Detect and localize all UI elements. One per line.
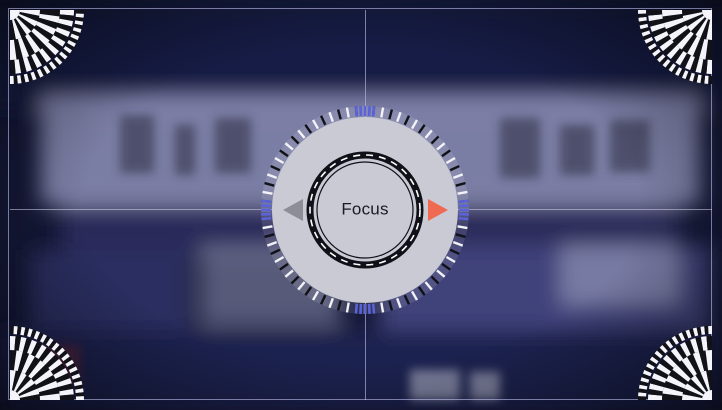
corner-dial-icon: [10, 10, 90, 90]
camera-viewfinder: Focus: [0, 0, 722, 410]
corner-dial-icon: [632, 10, 712, 90]
focus-dial[interactable]: Focus: [256, 101, 474, 319]
focus-label: Focus: [341, 199, 389, 219]
corner-dial-icon: [632, 320, 712, 400]
corner-dial-icon: [10, 320, 90, 400]
triangle-left-icon[interactable]: [283, 199, 303, 221]
triangle-right-icon[interactable]: [428, 199, 448, 221]
